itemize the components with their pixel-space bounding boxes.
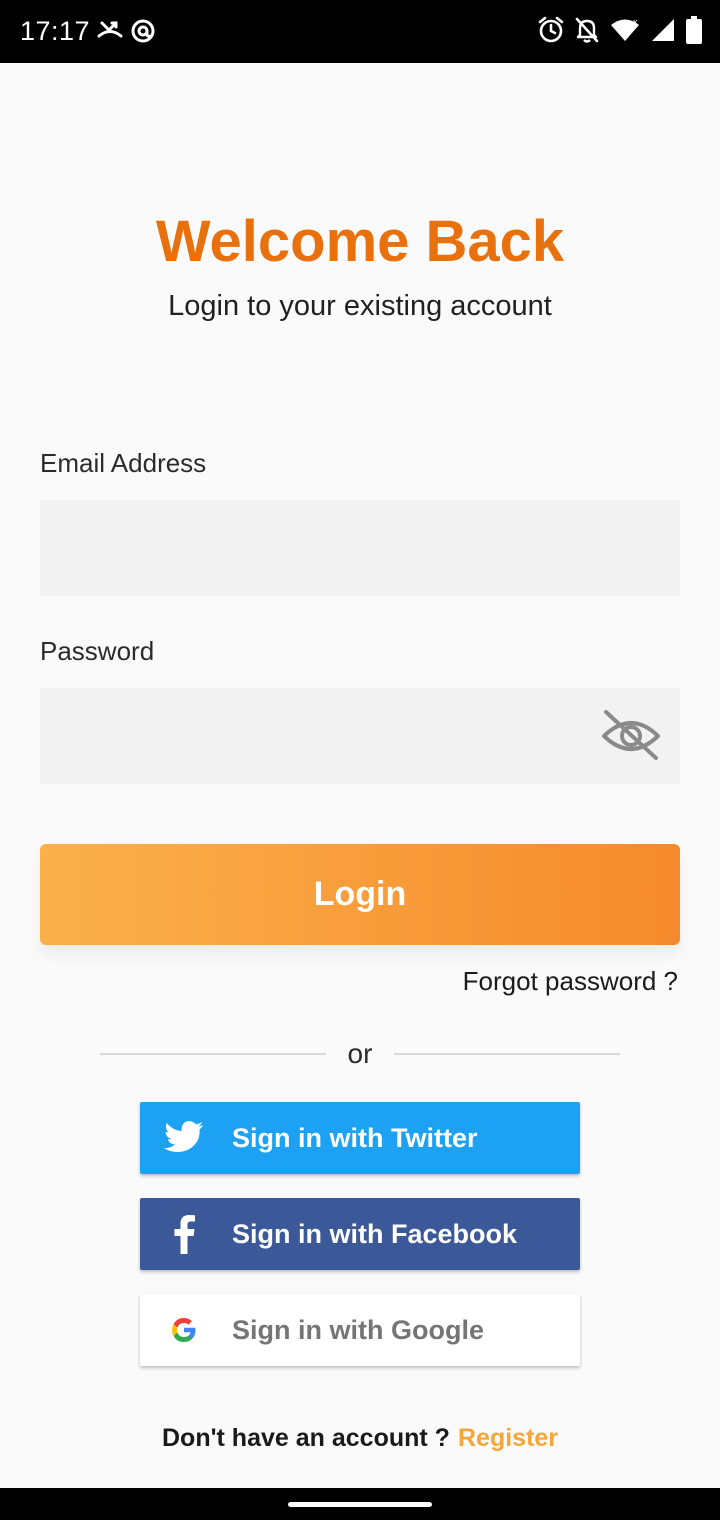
- twitter-signin-label: Sign in with Twitter: [232, 1123, 478, 1153]
- navigation-bar: [0, 1488, 720, 1520]
- status-right-icons: x: [538, 16, 702, 49]
- facebook-icon: [164, 1214, 204, 1254]
- facebook-signin-label: Sign in with Facebook: [232, 1219, 518, 1249]
- google-signin-button[interactable]: Sign in with Google: [140, 1294, 580, 1366]
- password-field[interactable]: [40, 688, 680, 784]
- register-prompt: Don't have an account ?: [162, 1424, 450, 1452]
- twitter-icon: [164, 1118, 204, 1158]
- svg-text:x: x: [633, 17, 638, 27]
- login-button[interactable]: Login: [40, 844, 680, 945]
- page-title: Welcome Back: [155, 209, 565, 274]
- forgot-password-link[interactable]: Forgot password ?: [463, 966, 678, 997]
- status-time: 17:17: [20, 16, 91, 46]
- password-label: Password: [40, 636, 155, 666]
- email-field[interactable]: [40, 500, 680, 596]
- register-link[interactable]: Register: [458, 1424, 558, 1453]
- at-sign-icon: [130, 18, 156, 49]
- facebook-signin-button[interactable]: Sign in with Facebook: [140, 1198, 580, 1270]
- twitter-signin-button[interactable]: Sign in with Twitter: [140, 1102, 580, 1174]
- notifications-off-icon: [574, 16, 600, 49]
- status-left-icons: [96, 18, 156, 49]
- battery-icon: [686, 16, 702, 49]
- home-gesture-handle[interactable]: [288, 1502, 432, 1507]
- wifi-icon: x: [610, 17, 640, 48]
- missed-call-icon: [96, 18, 124, 49]
- visibility-off-icon[interactable]: [598, 708, 664, 764]
- page-subtitle: Login to your existing account: [168, 290, 552, 322]
- status-bar: 17:17 x: [0, 0, 720, 63]
- google-signin-label: Sign in with Google: [232, 1315, 484, 1345]
- google-icon: [164, 1310, 204, 1350]
- email-label: Email Address: [40, 448, 207, 478]
- signal-icon: [650, 17, 676, 48]
- divider-label: or: [347, 1038, 373, 1069]
- alarm-icon: [538, 16, 564, 49]
